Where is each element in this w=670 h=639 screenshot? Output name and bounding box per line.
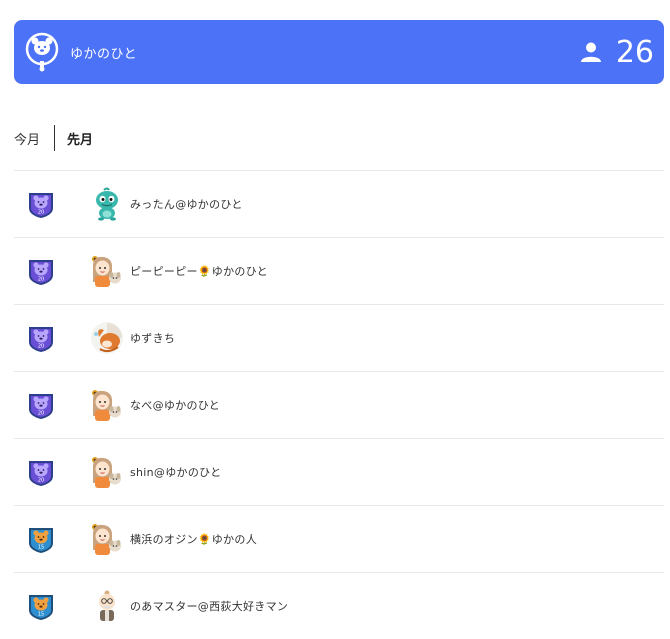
purple-bear-badge-icon: 20	[29, 327, 53, 352]
period-tabs: 今月 先月	[14, 125, 93, 151]
member-name[interactable]: ピーピーピー🌻ゆかのひと	[130, 263, 268, 279]
tab-divider	[54, 125, 56, 151]
list-item[interactable]: 20 なべ@ゆかのひと	[14, 371, 664, 438]
member-name[interactable]: ゆずきち	[130, 330, 175, 346]
purple-bear-badge-icon: 20	[29, 394, 53, 419]
tab-last-month[interactable]: 先月	[67, 129, 93, 148]
blue-bear-badge-icon: 15	[29, 528, 53, 553]
svg-text:20: 20	[38, 344, 44, 350]
list-item[interactable]: 15 のあマスター@西荻大好きマン	[14, 572, 664, 639]
purple-bear-badge-icon: 20	[29, 260, 53, 285]
list-item[interactable]: 15 横浜のオジン🌻ゆかの人	[14, 505, 664, 572]
girl-with-dog-avatar	[92, 457, 121, 488]
person-icon	[580, 42, 601, 62]
blue-bear-badge-icon: 15	[29, 595, 53, 620]
girl-with-dog-avatar	[92, 524, 121, 555]
girl-with-dog-avatar	[92, 390, 121, 421]
svg-text:20: 20	[38, 411, 44, 417]
member-name[interactable]: shin@ゆかのひと	[130, 464, 221, 480]
list-item[interactable]: 20 shin@ゆかのひと	[14, 438, 664, 505]
svg-text:20: 20	[38, 277, 44, 283]
tab-this-month[interactable]: 今月	[14, 129, 40, 148]
svg-text:15: 15	[38, 612, 44, 618]
member-name[interactable]: 横浜のオジン🌻ゆかの人	[130, 531, 257, 547]
member-name[interactable]: のあマスター@西荻大好きマン	[130, 598, 288, 614]
list-item[interactable]: 20 ピーピーピー🌻ゆかのひと	[14, 237, 664, 304]
old-man-avatar	[99, 590, 115, 621]
svg-text:20: 20	[38, 478, 44, 484]
member-count: 26	[615, 34, 654, 70]
bear-balloon-logo-icon	[25, 32, 59, 72]
orange-cat-avatar	[91, 322, 123, 354]
member-ranking-list: 20 みったん@ゆかのひと 20 ピーピーピー🌻ゆかのひと 20 ゆずきち 20…	[14, 170, 664, 639]
list-item[interactable]: 20 みったん@ゆかのひと	[14, 170, 664, 237]
girl-with-dog-avatar	[92, 256, 121, 287]
group-name: ゆかのひと	[70, 46, 138, 62]
purple-bear-badge-icon: 20	[29, 461, 53, 486]
svg-text:20: 20	[38, 210, 44, 216]
purple-bear-badge-icon: 20	[29, 193, 53, 218]
svg-text:15: 15	[38, 545, 44, 551]
member-name[interactable]: みったん@ゆかのひと	[130, 196, 243, 212]
list-item[interactable]: 20 ゆずきち	[14, 304, 664, 371]
green-creature-avatar	[96, 187, 118, 221]
member-count-area: 26	[580, 35, 654, 70]
group-header: ゆかのひと 26	[14, 20, 664, 84]
member-name[interactable]: なべ@ゆかのひと	[130, 397, 220, 413]
